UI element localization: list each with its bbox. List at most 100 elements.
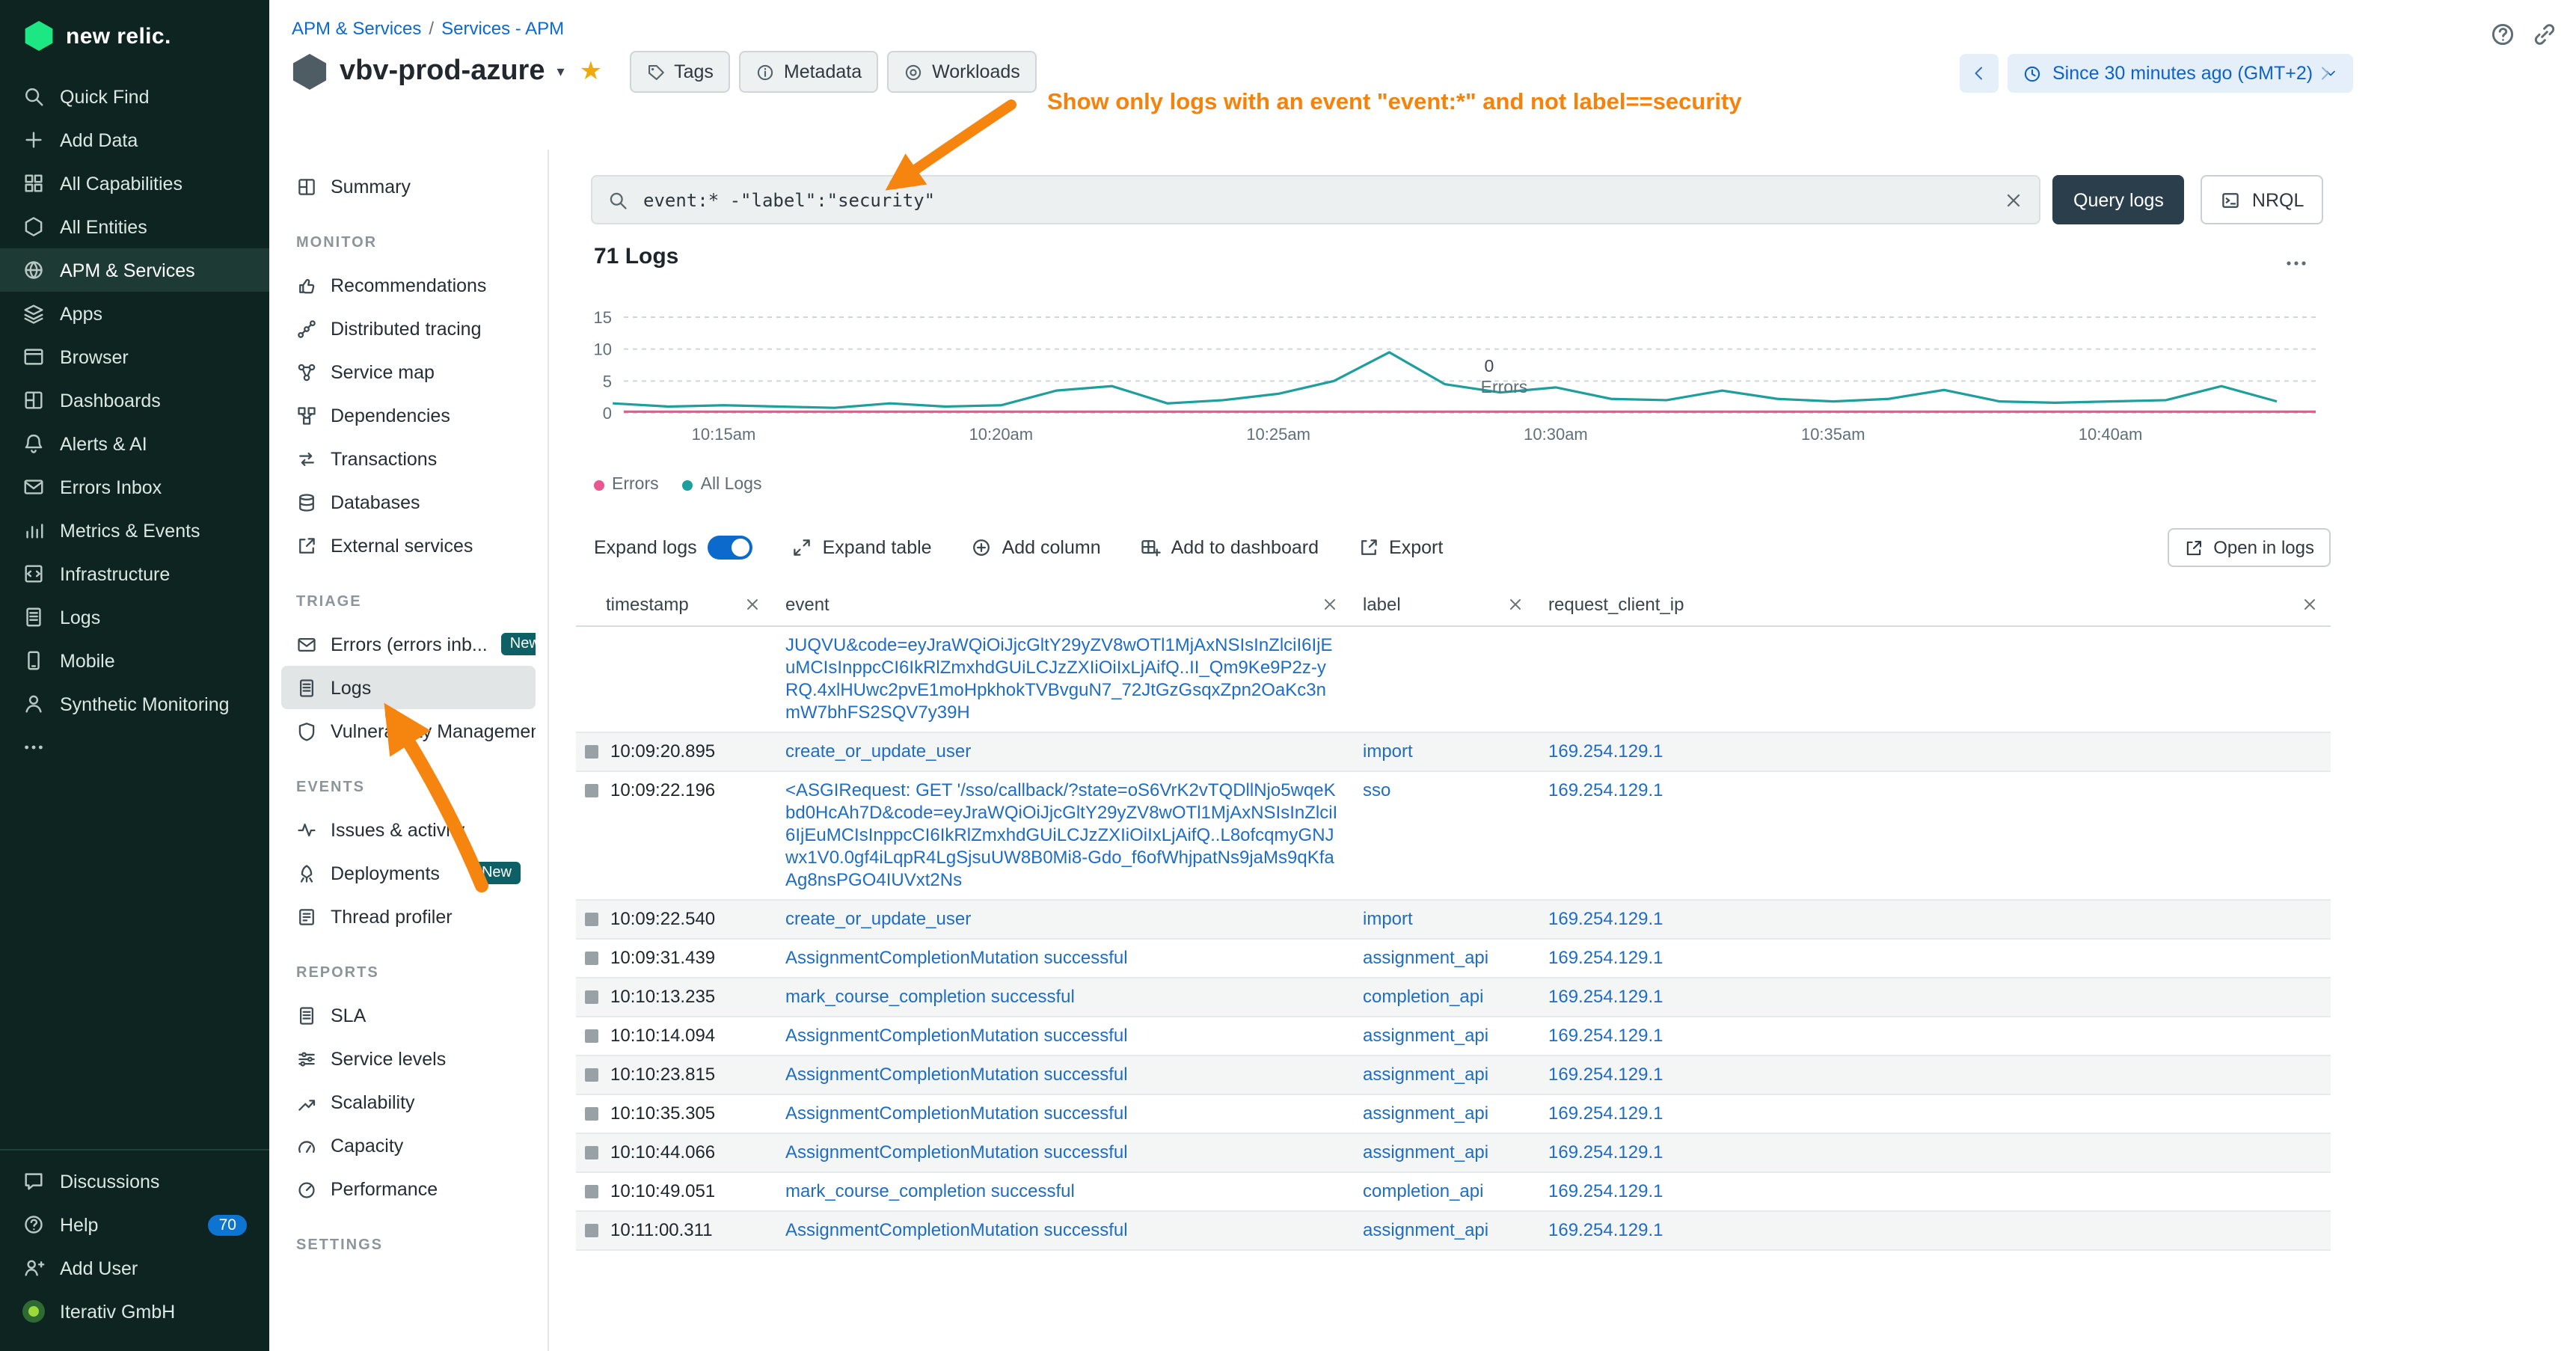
subnav-item-scalability[interactable]: Scalability — [281, 1080, 536, 1124]
event-link[interactable]: <ASGIRequest: GET '/sso/callback/?state=… — [785, 779, 1337, 890]
new-relic-logo[interactable]: new relic. — [0, 0, 269, 75]
event-link[interactable]: mark_course_completion successful — [785, 1180, 1075, 1201]
sidebar-item-iterativ-gmbh[interactable]: Iterativ GmbH — [0, 1290, 269, 1333]
subnav-item-capacity[interactable]: Capacity — [281, 1124, 536, 1167]
sidebar-item-all-entities[interactable]: All Entities — [0, 205, 269, 248]
legend-all-logs[interactable]: All Logs — [683, 476, 762, 494]
subnav-item-summary[interactable]: Summary — [281, 165, 536, 208]
sidebar-item-all-capabilities[interactable]: All Capabilities — [0, 162, 269, 205]
event-link[interactable]: create_or_update_user — [785, 741, 971, 762]
log-search-input[interactable] — [640, 188, 1991, 212]
breadcrumb-services-apm[interactable]: Services - APM — [441, 18, 564, 39]
subnav-item-sla[interactable]: SLA — [281, 993, 536, 1037]
subnav-item-databases[interactable]: Databases — [281, 480, 536, 524]
tags-button[interactable]: Tags — [629, 51, 730, 93]
table-row[interactable]: 10:10:23.815AssignmentCompletionMutation… — [576, 1056, 2331, 1095]
time-forward-button[interactable] — [2316, 61, 2334, 85]
table-row[interactable]: 10:10:44.066AssignmentCompletionMutation… — [576, 1134, 2331, 1173]
subnav-item-issues-activity[interactable]: Issues & activity — [281, 808, 536, 851]
request-client-ip-link[interactable]: 169.254.129.1 — [1548, 1064, 1663, 1085]
sidebar-item-metrics-events[interactable]: Metrics & Events — [0, 509, 269, 552]
subnav-item-thread-profiler[interactable]: Thread profiler — [281, 895, 536, 938]
sidebar-item-browser[interactable]: Browser — [0, 335, 269, 379]
event-link[interactable]: AssignmentCompletionMutation successful — [785, 1142, 1128, 1162]
sidebar-item-add-data[interactable]: Add Data — [0, 118, 269, 162]
request-client-ip-link[interactable]: 169.254.129.1 — [1548, 1025, 1663, 1046]
expand-table-button[interactable]: Expand table — [791, 537, 932, 558]
breadcrumb-apm-services[interactable]: APM & Services — [292, 18, 421, 39]
request-client-ip-link[interactable]: 169.254.129.1 — [1548, 947, 1663, 968]
event-link[interactable]: mark_course_completion successful — [785, 986, 1075, 1007]
table-row[interactable]: 10:10:49.051mark_course_completion succe… — [576, 1173, 2331, 1212]
entity-name[interactable]: vbv-prod-azure — [340, 55, 545, 88]
subnav-item-performance[interactable]: Performance — [281, 1167, 536, 1210]
request-client-ip-link[interactable]: 169.254.129.1 — [1548, 1219, 1663, 1240]
label-link[interactable]: completion_api — [1363, 986, 1483, 1007]
request-client-ip-link[interactable]: 169.254.129.1 — [1548, 1180, 1663, 1201]
column-header-label[interactable]: label — [1351, 583, 1536, 625]
subnav-item-deployments[interactable]: DeploymentsNew — [281, 851, 536, 895]
help-icon[interactable] — [2489, 21, 2516, 48]
column-request-client-ip-remove-icon[interactable] — [2301, 595, 2319, 613]
label-link[interactable]: import — [1363, 741, 1413, 762]
sidebar-item-add-user[interactable]: Add User — [0, 1246, 269, 1290]
subnav-item-transactions[interactable]: Transactions — [281, 437, 536, 480]
sidebar-item-alerts-ai[interactable]: Alerts & AI — [0, 422, 269, 465]
subnav-item-vulnerability-management[interactable]: Vulnerability Management — [281, 709, 536, 753]
sidebar-item-dots[interactable] — [0, 726, 269, 769]
sidebar-item-quick-find[interactable]: Quick Find — [0, 75, 269, 118]
sidebar-item-dashboards[interactable]: Dashboards — [0, 379, 269, 422]
label-link[interactable]: assignment_api — [1363, 1142, 1488, 1162]
event-link[interactable]: AssignmentCompletionMutation successful — [785, 1219, 1128, 1240]
table-row[interactable]: 10:11:00.311AssignmentCompletionMutation… — [576, 1212, 2331, 1251]
expand-logs-toggle[interactable] — [708, 536, 752, 560]
sidebar-item-apm-services[interactable]: APM & Services — [0, 248, 269, 292]
table-row[interactable]: JUQVU&code=eyJraWQiOiJjcGltY29yZV8wOTl1M… — [576, 627, 2331, 733]
event-link[interactable]: AssignmentCompletionMutation successful — [785, 1064, 1128, 1085]
event-link[interactable]: AssignmentCompletionMutation successful — [785, 947, 1128, 968]
subnav-item-external-services[interactable]: External services — [281, 524, 536, 567]
column-header-timestamp[interactable]: timestamp — [576, 583, 773, 625]
table-row[interactable]: 10:10:13.235mark_course_completion succe… — [576, 978, 2331, 1017]
add-column-button[interactable]: Add column — [971, 537, 1101, 558]
column-label-remove-icon[interactable] — [1506, 595, 1524, 613]
table-row[interactable]: 10:09:31.439AssignmentCompletionMutation… — [576, 940, 2331, 978]
column-timestamp-remove-icon[interactable] — [743, 595, 761, 613]
request-client-ip-link[interactable]: 169.254.129.1 — [1548, 779, 1663, 800]
subnav-item-logs[interactable]: Logs — [281, 666, 536, 709]
add-to-dashboard-button[interactable]: Add to dashboard — [1140, 537, 1319, 558]
table-row[interactable]: 10:10:35.305AssignmentCompletionMutation… — [576, 1095, 2331, 1134]
table-row[interactable]: 10:09:22.540create_or_update_userimport1… — [576, 901, 2331, 940]
event-link[interactable]: create_or_update_user — [785, 908, 971, 929]
sidebar-item-logs[interactable]: Logs — [0, 595, 269, 639]
metadata-button[interactable]: Metadata — [739, 51, 878, 93]
subnav-item-recommendations[interactable]: Recommendations — [281, 263, 536, 307]
query-logs-button[interactable]: Query logs — [2052, 175, 2185, 224]
nrql-button[interactable]: NRQL — [2201, 175, 2323, 224]
more-options-icon[interactable] — [2284, 251, 2308, 275]
label-link[interactable]: completion_api — [1363, 1180, 1483, 1201]
sidebar-item-apps[interactable]: Apps — [0, 292, 269, 335]
label-link[interactable]: assignment_api — [1363, 1103, 1488, 1124]
subnav-item-distributed-tracing[interactable]: Distributed tracing — [281, 307, 536, 350]
request-client-ip-link[interactable]: 169.254.129.1 — [1548, 908, 1663, 929]
subnav-item-errors-errors-inb[interactable]: Errors (errors inb...New — [281, 622, 536, 666]
sidebar-item-discussions[interactable]: Discussions — [0, 1159, 269, 1203]
request-client-ip-link[interactable]: 169.254.129.1 — [1548, 986, 1663, 1007]
copy-link-icon[interactable] — [2531, 21, 2558, 48]
label-link[interactable]: assignment_api — [1363, 947, 1488, 968]
sidebar-item-errors-inbox[interactable]: Errors Inbox — [0, 465, 269, 509]
workloads-button[interactable]: Workloads — [887, 51, 1037, 93]
event-link[interactable]: AssignmentCompletionMutation successful — [785, 1103, 1128, 1124]
event-link[interactable]: AssignmentCompletionMutation successful — [785, 1025, 1128, 1046]
open-in-logs-button[interactable]: Open in logs — [2167, 528, 2331, 567]
legend-errors[interactable]: Errors — [594, 476, 659, 494]
subnav-item-dependencies[interactable]: Dependencies — [281, 393, 536, 437]
request-client-ip-link[interactable]: 169.254.129.1 — [1548, 1103, 1663, 1124]
label-link[interactable]: assignment_api — [1363, 1064, 1488, 1085]
sidebar-item-infrastructure[interactable]: Infrastructure — [0, 552, 269, 595]
time-picker[interactable]: Since 30 minutes ago (GMT+2) — [2008, 54, 2353, 93]
table-row[interactable]: 10:09:22.196<ASGIRequest: GET '/sso/call… — [576, 772, 2331, 901]
sidebar-item-synthetic-monitoring[interactable]: Synthetic Monitoring — [0, 682, 269, 726]
sidebar-item-help[interactable]: Help70 — [0, 1203, 269, 1246]
